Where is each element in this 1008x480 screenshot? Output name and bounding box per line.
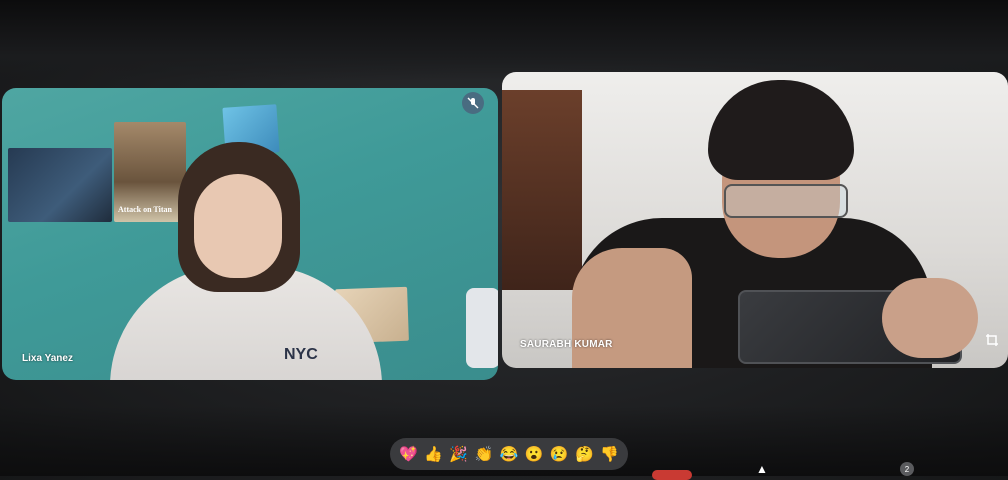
door — [502, 90, 582, 290]
participant-name-label: Lixa Yanez — [22, 353, 73, 364]
reaction-clap-icon[interactable]: 👏 — [475, 447, 494, 462]
participant-hair — [708, 80, 854, 180]
reaction-thumbs-down-icon[interactable]: 👎 — [600, 447, 619, 462]
video-tile-left[interactable]: Attack on Titan NYC Lixa Yanez — [2, 88, 498, 380]
participant-arm — [572, 248, 692, 368]
poster-text: Attack on Titan — [118, 205, 172, 214]
reaction-party-popper-icon[interactable]: 🎉 — [449, 447, 468, 462]
mouse-cursor-icon: ▲ — [756, 462, 768, 476]
reaction-heart-icon[interactable]: 💖 — [399, 447, 418, 462]
wall-poster-anime: Attack on Titan — [114, 122, 186, 222]
reaction-sad-icon[interactable]: 😢 — [550, 447, 569, 462]
participant-face — [194, 174, 282, 278]
mic-off-icon[interactable] — [462, 92, 484, 114]
participant-count-badge[interactable]: 2 — [900, 462, 914, 476]
participant-name-label: SAURABH KUMAR — [520, 339, 613, 350]
hanging-bag — [466, 288, 498, 368]
shirt-print: NYC — [284, 346, 318, 363]
reaction-laugh-icon[interactable]: 😂 — [500, 447, 519, 462]
crop-expand-icon[interactable] — [982, 330, 1002, 350]
reaction-thinking-icon[interactable]: 🤔 — [575, 447, 594, 462]
reaction-bar: 💖 👍 🎉 👏 😂 😮 😢 🤔 👎 — [390, 438, 628, 470]
wall-poster-dark — [8, 148, 112, 222]
video-tile-right[interactable]: SAURABH KUMAR — [502, 72, 1008, 368]
reaction-thumbs-up-icon[interactable]: 👍 — [424, 447, 443, 462]
participant-hand — [882, 278, 978, 358]
participant-glasses — [724, 184, 848, 218]
top-bezel — [0, 0, 1008, 80]
leave-call-button[interactable] — [652, 470, 692, 480]
reaction-surprised-icon[interactable]: 😮 — [525, 447, 544, 462]
